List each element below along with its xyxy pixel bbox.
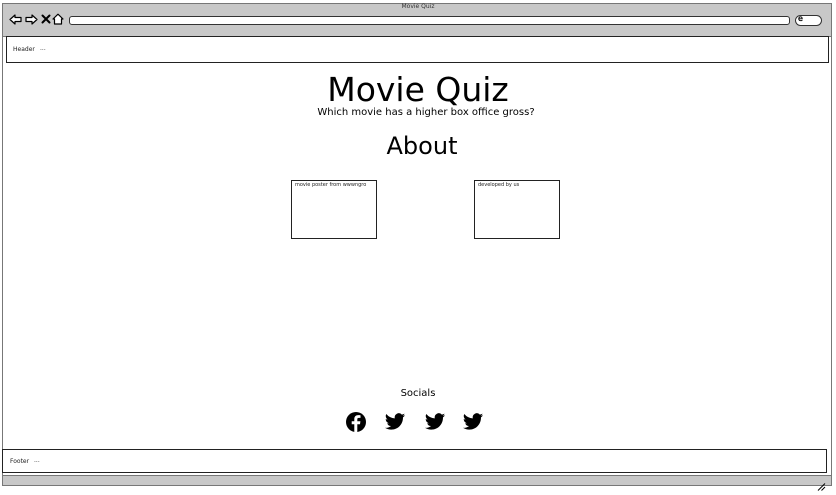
header-bar: Header ... — [6, 36, 829, 63]
search-icon: 𝖾 — [798, 14, 803, 23]
header-extra: ... — [40, 45, 46, 52]
page-subtitle: Which movie has a higher box office gros… — [317, 107, 535, 118]
resize-grip-icon[interactable] — [814, 476, 826, 491]
search-field[interactable]: 𝖾 — [795, 14, 822, 26]
twitter-icon[interactable] — [424, 411, 446, 433]
home-icon[interactable] — [51, 12, 65, 26]
footer-label: Footer — [10, 458, 30, 465]
back-arrow-icon[interactable] — [8, 12, 22, 26]
socials-heading: Socials — [400, 388, 436, 399]
address-bar[interactable] — [69, 16, 790, 25]
twitter-icon[interactable] — [384, 411, 406, 433]
page-title: Movie Quiz — [327, 70, 509, 109]
about-heading: About — [386, 132, 458, 160]
footer-extra: ... — [34, 457, 40, 464]
browser-statusbar — [2, 475, 832, 486]
about-card-developers: developed by us — [474, 180, 560, 239]
twitter-icon[interactable] — [462, 411, 484, 433]
about-card-text: movie poster from wwwngro — [295, 182, 367, 188]
footer-bar: Footer ... — [2, 449, 827, 473]
header-label: Header — [13, 46, 35, 53]
forward-arrow-icon[interactable] — [24, 12, 38, 26]
window-title: Movie Quiz — [401, 3, 435, 10]
about-card-poster-credit: movie poster from wwwngro — [291, 180, 377, 239]
facebook-icon[interactable] — [345, 411, 367, 433]
about-card-text: developed by us — [478, 182, 520, 188]
